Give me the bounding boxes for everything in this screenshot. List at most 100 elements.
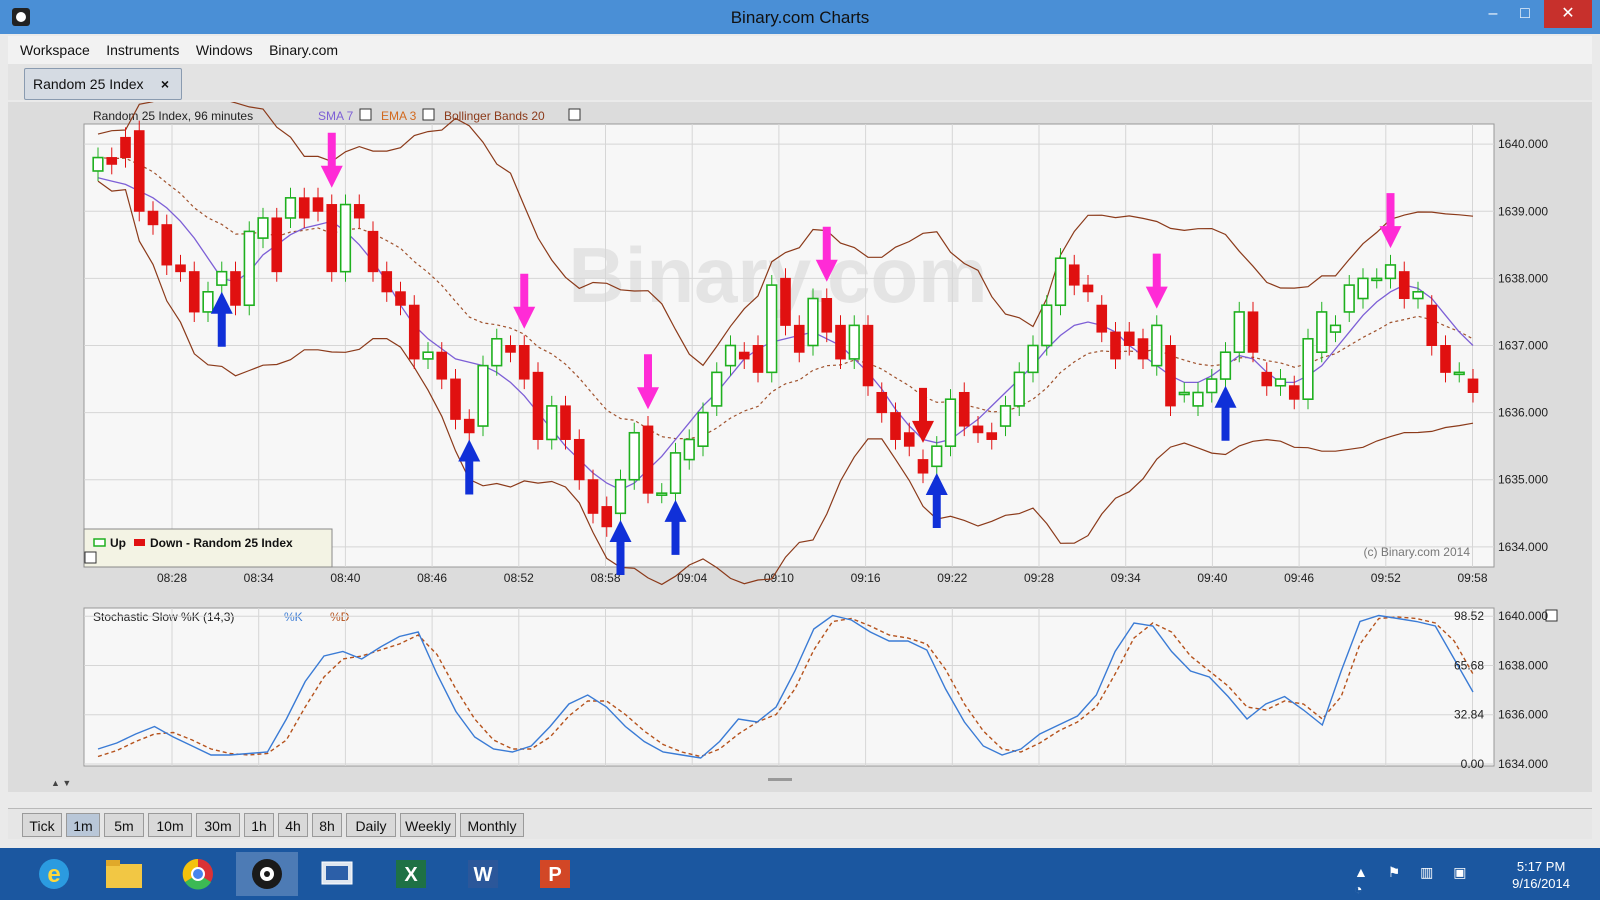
candle-down <box>1467 378 1479 393</box>
svg-text:X: X <box>404 864 418 886</box>
remove-ema-icon[interactable] <box>422 108 435 121</box>
period-toolbar: Tick 1m 5m 10m 30m 1h 4h 8h Daily Weekly… <box>8 808 1592 839</box>
price-y-tick-label: 1634.000 <box>1498 540 1548 554</box>
candle-down <box>1288 385 1300 400</box>
price-y-tick-label: 1640.000 <box>1498 137 1548 151</box>
indicator-sma-label: SMA 7 <box>318 109 354 123</box>
candle-up <box>848 324 860 360</box>
price-x-tick-label: 08:34 <box>244 571 274 585</box>
candle-up <box>546 405 558 441</box>
remove-bollinger-icon[interactable] <box>568 108 581 121</box>
app-window: Binary.com Charts – □ ✕ Workspace Instru… <box>0 0 1600 848</box>
candle-down <box>408 304 420 360</box>
menu-windows[interactable]: Windows <box>196 36 253 64</box>
legend-close-icon[interactable] <box>84 551 97 564</box>
legend-up-swatch <box>93 538 106 547</box>
maximize-button[interactable]: □ <box>1508 0 1542 28</box>
menu-workspace[interactable]: Workspace <box>20 36 90 64</box>
candle-down <box>1082 284 1094 293</box>
candle-down <box>752 345 764 373</box>
candle-up <box>422 351 434 360</box>
powerpoint-icon[interactable]: P <box>540 860 570 888</box>
period-4h-button[interactable]: 4h <box>278 813 308 837</box>
price-y-tick-label: 1639.000 <box>1498 204 1548 218</box>
minimize-button[interactable]: – <box>1476 0 1510 28</box>
period-monthly-button[interactable]: Monthly <box>460 813 524 837</box>
tab-random-25-index[interactable]: Random 25 Index × <box>24 68 182 100</box>
candle-down <box>1247 311 1259 353</box>
chrome-icon[interactable] <box>182 858 213 890</box>
price-x-tick-label: 08:58 <box>590 571 620 585</box>
tab-label: Random 25 Index <box>33 76 144 92</box>
file-explorer-icon[interactable] <box>106 860 142 888</box>
period-5m-button[interactable]: 5m <box>104 813 144 837</box>
candle-down <box>986 432 998 440</box>
internet-explorer-icon[interactable]: e <box>39 859 69 889</box>
candle-down <box>601 506 613 528</box>
binary-charts-icon[interactable] <box>252 859 282 889</box>
stochastic-right-tick-label: 1634.000 <box>1498 757 1548 771</box>
candle-up <box>1316 311 1328 354</box>
candle-up <box>491 337 503 367</box>
candle-down <box>106 157 118 165</box>
price-x-tick-label: 09:16 <box>851 571 881 585</box>
svg-text:e: e <box>47 861 60 888</box>
remote-desktop-icon[interactable] <box>321 861 353 885</box>
period-daily-button[interactable]: Daily <box>346 813 396 837</box>
clock-time: 5:17 PM <box>1516 859 1566 874</box>
candle-down <box>175 264 186 273</box>
candle-up <box>243 230 255 307</box>
candle-up <box>1343 284 1355 313</box>
svg-text:W: W <box>474 864 493 886</box>
candle-up <box>1274 378 1287 387</box>
candle-up <box>1178 391 1190 396</box>
price-x-tick-label: 09:40 <box>1197 571 1227 585</box>
price-x-tick-label: 08:28 <box>157 571 187 585</box>
candle-down <box>835 324 846 360</box>
excel-icon[interactable]: X <box>396 860 426 888</box>
candle-up <box>1357 277 1369 300</box>
legend-up-label: Up <box>110 536 126 550</box>
tab-close-icon[interactable]: × <box>161 69 169 99</box>
system-tray-icons[interactable]: ▲ ⚑ ▥ ▣ ◔ <box>1354 864 1484 897</box>
candle-up <box>1302 337 1314 400</box>
tray-clock[interactable]: 5:17 PM 9/16/2014 <box>1512 858 1570 892</box>
candle-up <box>339 203 352 273</box>
period-tick-button[interactable]: Tick <box>22 813 62 837</box>
candle-down <box>1426 304 1438 347</box>
candle-down <box>120 136 131 159</box>
candle-up <box>1054 257 1067 307</box>
period-10m-button[interactable]: 10m <box>148 813 192 837</box>
candle-down <box>161 224 173 266</box>
candle-up <box>656 492 668 496</box>
price-x-tick-label: 08:52 <box>504 571 534 585</box>
stochastic-k-label: %K <box>284 610 303 624</box>
candle-down <box>518 345 530 380</box>
period-30m-button[interactable]: 30m <box>196 813 240 837</box>
menu-instruments[interactable]: Instruments <box>106 36 179 64</box>
period-1m-button[interactable]: 1m <box>66 813 100 837</box>
candle-down <box>1261 371 1273 387</box>
candle-up <box>1329 324 1342 333</box>
period-1h-button[interactable]: 1h <box>244 813 274 837</box>
menu-binary-com[interactable]: Binary.com <box>269 36 338 64</box>
candle-up <box>1027 344 1039 374</box>
remove-sma-icon[interactable] <box>359 108 372 121</box>
stochastic-value-label: 0.00 <box>1461 757 1485 771</box>
stochastic-value-label: 65.68 <box>1454 658 1484 672</box>
close-button[interactable]: ✕ <box>1544 0 1592 28</box>
price-y-tick-label: 1637.000 <box>1498 339 1548 353</box>
stochastic-panel-background <box>83 607 1495 767</box>
candle-down <box>573 438 585 481</box>
candle-down <box>271 217 283 273</box>
panel-splitter-handle[interactable] <box>768 778 792 781</box>
candle-down <box>958 391 970 427</box>
candle-down <box>188 271 200 313</box>
period-8h-button[interactable]: 8h <box>312 813 342 837</box>
word-icon[interactable]: W <box>468 860 498 888</box>
period-weekly-button[interactable]: Weekly <box>400 813 456 837</box>
price-chart-header: Random 25 Index, 96 minutes <box>93 109 253 123</box>
candle-up <box>1412 291 1424 300</box>
splitter-arrows-icon[interactable]: ▲ ▼ <box>51 778 71 788</box>
candle-down <box>1165 345 1176 407</box>
